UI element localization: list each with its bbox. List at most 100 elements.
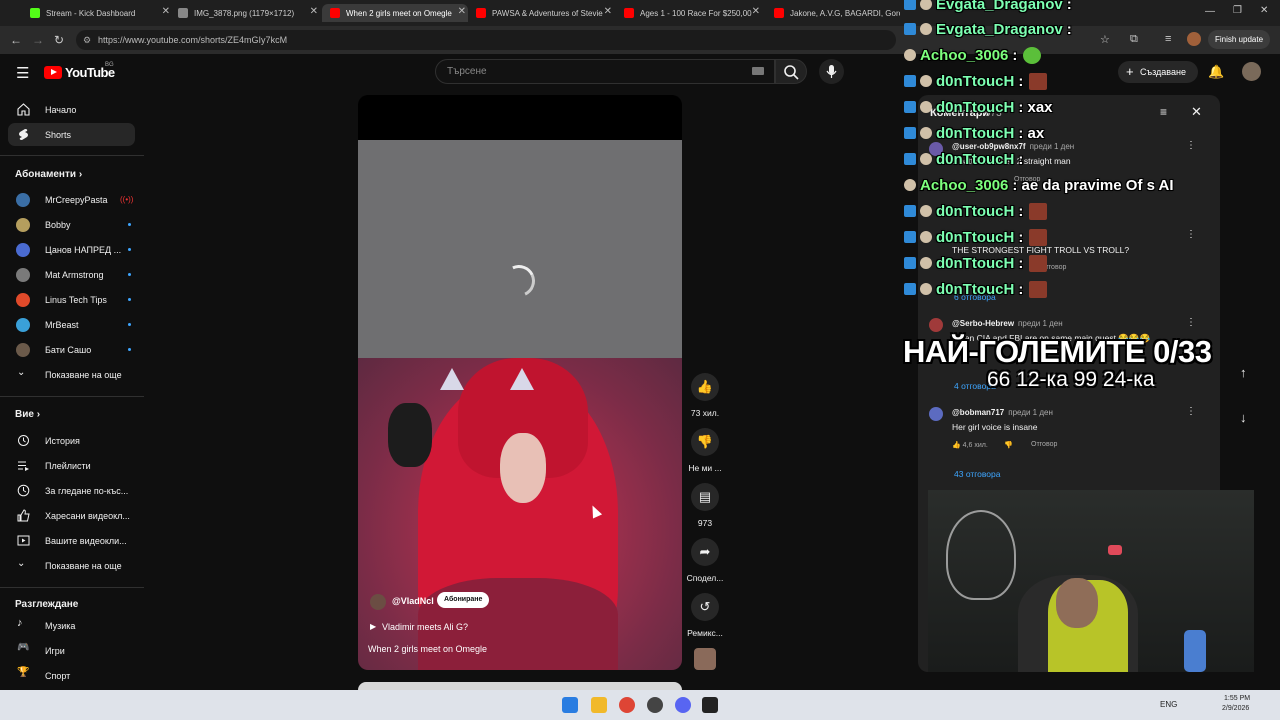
reply-button[interactable]: Отговор: [1031, 441, 1057, 448]
sidebar-item-subscription[interactable]: Mat Armstrong: [8, 263, 135, 286]
comment-more-icon[interactable]: ⋮: [1186, 406, 1196, 417]
close-tab-icon[interactable]: ✕: [604, 6, 612, 17]
chat-message: d0nTtoucH:: [904, 70, 1048, 92]
tab-image[interactable]: IMG_3878.png (1179×1712) ✕: [170, 4, 320, 22]
chrome-icon[interactable]: [619, 697, 635, 713]
sound-thumbnail[interactable]: [694, 648, 716, 670]
finish-update-button[interactable]: Finish update: [1208, 30, 1270, 49]
previous-short-icon[interactable]: ↑: [1240, 365, 1247, 380]
menu-lines-icon[interactable]: ≡: [1165, 33, 1171, 45]
comment-more-icon[interactable]: ⋮: [1186, 317, 1196, 328]
extensions-icon[interactable]: ⧉: [1130, 33, 1138, 46]
sidebar-item-games[interactable]: 🎮 Игри: [8, 639, 135, 662]
commenter-avatar[interactable]: [929, 407, 943, 421]
bookmark-star-icon[interactable]: ☆: [1100, 33, 1110, 46]
replies-toggle[interactable]: 43 отговора: [954, 469, 1001, 479]
next-short-preview[interactable]: [358, 682, 682, 690]
sidebar-item-subscription[interactable]: MrCreepyPasta ((•)): [8, 188, 135, 211]
show-more-subscriptions[interactable]: ⌄ Показване на още: [8, 363, 135, 386]
account-avatar[interactable]: [1242, 62, 1261, 81]
sidebar-item-subscription[interactable]: Linus Tech Tips: [8, 288, 135, 311]
reload-icon[interactable]: ↻: [54, 33, 64, 47]
tab-current-short[interactable]: When 2 girls meet on Omegle ✕: [322, 4, 468, 22]
clock-date[interactable]: 2/9/2026: [1222, 705, 1249, 712]
close-comments-icon[interactable]: ✕: [1191, 104, 1202, 120]
short-channel[interactable]: @VladNcl: [370, 594, 434, 610]
comment-more-icon[interactable]: ⋮: [1186, 140, 1196, 151]
sidebar-item-subscription[interactable]: Bobby: [8, 213, 135, 236]
youtube-logo-icon[interactable]: [44, 66, 62, 79]
sidebar-item-your-videos[interactable]: Вашите видеокли...: [8, 529, 135, 552]
emote-icon: [1029, 228, 1048, 246]
windows-taskbar: [0, 690, 1280, 720]
close-tab-icon[interactable]: ✕: [310, 6, 318, 17]
notifications-bell-icon[interactable]: 🔔: [1208, 64, 1224, 80]
language-indicator[interactable]: ENG: [1160, 700, 1177, 709]
remix-button[interactable]: ↺ Ремикс...: [687, 593, 723, 638]
comment-author[interactable]: @Serbo-Hebrew преди 1 ден: [952, 319, 1063, 328]
tab-pawsa[interactable]: PAWSA & Adventures of Stevie ✕: [468, 4, 614, 22]
sidebar-item-label: Shorts: [45, 129, 72, 140]
minimize-icon[interactable]: —: [1205, 6, 1215, 17]
comment-dislike-icon[interactable]: 👎: [1004, 441, 1013, 449]
keyboard-icon[interactable]: [752, 67, 764, 75]
subscriptions-header[interactable]: Абонаменти ›: [15, 169, 82, 180]
search-input[interactable]: Търсене: [435, 59, 775, 84]
discord-icon[interactable]: [675, 697, 691, 713]
sidebar-item-label: Харесани видеокл...: [45, 510, 130, 521]
you-header[interactable]: Вие ›: [15, 409, 40, 420]
clock-time[interactable]: 1:55 PM: [1224, 695, 1250, 702]
sidebar-divider: [0, 587, 144, 588]
short-sound[interactable]: ▶ Vladimir meets Ali G?: [370, 622, 468, 632]
site-info-icon[interactable]: ⚙: [83, 30, 91, 50]
windows-start-icon[interactable]: [562, 697, 578, 713]
create-button[interactable]: + Създаване: [1118, 61, 1198, 83]
sidebar-item-home[interactable]: Начало: [8, 98, 135, 121]
next-short-icon[interactable]: ↓: [1240, 410, 1247, 425]
sidebar-item-music[interactable]: ♪ Музика: [8, 614, 135, 637]
hamburger-menu-icon[interactable]: ☰: [16, 64, 29, 82]
sidebar-item-subscription[interactable]: Бати Сашо: [8, 338, 135, 361]
tab-kick-dashboard[interactable]: Stream - Kick Dashboard ✕: [22, 4, 172, 22]
sidebar-item-subscription[interactable]: Цанов НАПРЕД ...: [8, 238, 135, 261]
sidebar-item-sport[interactable]: 🏆 Спорт: [8, 664, 135, 687]
close-window-icon[interactable]: ✕: [1260, 5, 1268, 16]
url-text: https://www.youtube.com/shorts/ZE4mGIy7k…: [98, 35, 288, 45]
profile-avatar[interactable]: [1187, 32, 1201, 46]
comment-like-button[interactable]: 👍 4,6 хил.: [952, 441, 988, 449]
maximize-icon[interactable]: ❐: [1233, 5, 1242, 16]
show-more-you[interactable]: ⌄ Показване на още: [8, 554, 135, 577]
sidebar-item-shorts[interactable]: Shorts: [8, 123, 135, 146]
close-tab-icon[interactable]: ✕: [752, 6, 760, 17]
url-input[interactable]: ⚙ https://www.youtube.com/shorts/ZE4mGIy…: [76, 30, 896, 50]
chevron-right-icon: ›: [36, 409, 41, 420]
sidebar-item-label: За гледане по-къс...: [45, 485, 129, 496]
sidebar-item-liked-videos[interactable]: Харесани видеокл...: [8, 504, 135, 527]
sidebar-item-playlists[interactable]: Плейлисти: [8, 454, 135, 477]
forward-icon[interactable]: →: [32, 33, 44, 47]
emote-icon: [1023, 46, 1042, 64]
tab-jakone[interactable]: Jakone, A.V.G, BAGARDI, Goro: [766, 4, 900, 22]
close-tab-icon[interactable]: ✕: [458, 6, 466, 17]
obs-icon[interactable]: [647, 697, 663, 713]
close-tab-icon[interactable]: ✕: [162, 6, 170, 17]
terminal-icon[interactable]: [702, 697, 718, 713]
comments-button[interactable]: ▤ 973: [688, 483, 722, 528]
sidebar-item-watch-later[interactable]: За гледане по-къс...: [8, 479, 135, 502]
file-explorer-icon[interactable]: [591, 697, 607, 713]
commenter-avatar[interactable]: [929, 318, 943, 332]
search-button[interactable]: [775, 59, 807, 84]
share-button[interactable]: ➦ Сподел...: [687, 538, 723, 583]
sidebar-item-history[interactable]: История: [8, 429, 135, 452]
dislike-button[interactable]: 👎 Не ми ...: [688, 428, 722, 473]
comment-author[interactable]: @bobman717 преди 1 ден: [952, 408, 1053, 417]
shorts-video-player[interactable]: [358, 95, 682, 670]
sidebar-item-subscription[interactable]: MrBeast: [8, 313, 135, 336]
comment-more-icon[interactable]: ⋮: [1186, 229, 1196, 240]
tab-ages-race[interactable]: Ages 1 - 100 Race For $250,00 ✕: [616, 4, 762, 22]
like-button[interactable]: 👍 73 хил.: [688, 373, 722, 418]
sort-comments-icon[interactable]: ≡: [1160, 105, 1167, 119]
voice-search-button[interactable]: [819, 59, 844, 84]
back-icon[interactable]: ←: [10, 33, 22, 47]
subscribe-button[interactable]: Абониране: [437, 592, 490, 608]
